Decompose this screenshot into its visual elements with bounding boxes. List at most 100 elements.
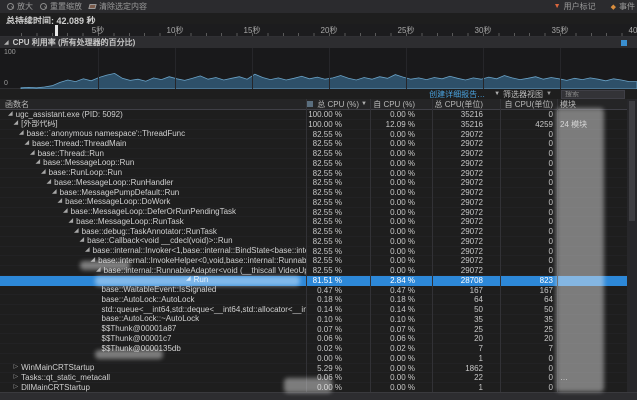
table-row[interactable]: ◢base::MessageLoop::DoWork82.55 %0.00 %2…	[0, 198, 637, 208]
table-row[interactable]: ◢[外部代码]100.00 %12.09 %35216425924 模块	[0, 120, 637, 130]
total-cpu-units-cell: 7	[432, 344, 500, 353]
tree-collapsed-icon[interactable]: ▷	[14, 373, 19, 382]
tree-expanded-icon[interactable]: ◢	[41, 169, 46, 178]
tree-expanded-icon[interactable]: ◢	[36, 159, 41, 168]
column-header-total-cpu-units[interactable]: 总 CPU(单位)	[432, 99, 500, 110]
tree-expanded-icon[interactable]: ◢	[8, 110, 13, 119]
horizontal-scrollbar[interactable]	[0, 392, 637, 400]
self-cpu-units-cell: 0	[500, 198, 557, 207]
vertical-scrollbar[interactable]	[627, 99, 637, 392]
table-row[interactable]: ◢base::Callback<void __cdecl(void)>::Run…	[0, 237, 637, 247]
table-row[interactable]: ◢base::internal::RunnableAdapter<void (_…	[0, 266, 637, 276]
tree-collapsed-icon[interactable]: ▷	[14, 364, 19, 373]
tree-expanded-icon[interactable]: ◢	[69, 217, 74, 226]
module-cell	[557, 247, 627, 256]
table-row[interactable]: ▷Tasks::qt_static_metacall0.06 %0.00 %22…	[0, 373, 637, 383]
total-cpu-pct-cell: 0.06 %	[306, 334, 370, 343]
self-cpu-units-cell: 167	[500, 286, 557, 295]
module-cell	[557, 276, 627, 285]
ruler-tick-label: 20秒	[321, 25, 338, 36]
table-row[interactable]: ◢ugc_assistant.exe (PID: 5092)100.00 %0.…	[0, 110, 637, 120]
table-row[interactable]: ◢base::Thread::ThreadMain82.55 %0.00 %29…	[0, 139, 637, 149]
table-row[interactable]: $$Thunk@00001c70.06 %0.06 %2020	[0, 334, 637, 344]
table-row[interactable]: $$Thunk@0000135db0.02 %0.02 %77	[0, 344, 637, 354]
column-header-self-cpu-units[interactable]: 自 CPU(单位)	[500, 99, 557, 110]
module-cell	[557, 237, 627, 246]
tree-expanded-icon[interactable]: ◢	[52, 188, 57, 197]
table-row[interactable]: ◢base::MessageLoop::RunTask82.55 %0.00 %…	[0, 217, 637, 227]
column-header-total-cpu-pct[interactable]: 总 CPU (%) ▼	[306, 99, 370, 110]
self-cpu-pct-cell: 0.06 %	[370, 334, 432, 343]
table-row[interactable]: ◢base::MessageLoop::DeferOrRunPendingTas…	[0, 208, 637, 218]
table-row[interactable]: ◢Run81.51 %2.84 %28708823	[0, 276, 637, 286]
table-row[interactable]: ◢base::MessageLoop::RunHandler82.55 %0.0…	[0, 178, 637, 188]
user-marks-legend[interactable]: ▼ 用户标记	[554, 1, 596, 12]
tree-expanded-icon[interactable]: ◢	[25, 139, 30, 148]
graph-gridline	[560, 48, 561, 89]
function-name-cell: ◢base::MessagePumpDefault::Run	[0, 188, 306, 197]
table-row[interactable]: ◢base::internal::Invoker<1,base::interna…	[0, 247, 637, 257]
table-row[interactable]: ◢base::MessageLoop::Run82.55 %0.00 %2907…	[0, 159, 637, 169]
cpu-utilization-graph[interactable]: 100 0	[0, 48, 637, 89]
column-header-self-cpu-pct[interactable]: 自 CPU (%)	[370, 99, 432, 110]
self-cpu-pct-cell: 0.00 %	[370, 256, 432, 265]
table-row[interactable]: ◢base::`anonymous namespace'::ThreadFunc…	[0, 130, 637, 140]
function-name-cell: ◢base::MessageLoop::DeferOrRunPendingTas…	[0, 208, 306, 217]
table-row[interactable]: base::AutoLock::AutoLock0.18 %0.18 %6464	[0, 295, 637, 305]
table-row[interactable]: 0.00 %0.00 %10	[0, 354, 637, 364]
function-name-label: base::MessageLoop::RunTask	[76, 217, 184, 226]
table-row[interactable]: std::queue<__int64,std::deque<__int64,st…	[0, 305, 637, 315]
time-ruler[interactable]: 5秒10秒15秒20秒25秒30秒35秒40秒	[0, 24, 637, 37]
tree-expanded-icon[interactable]: ◢	[74, 227, 79, 236]
tree-expanded-icon[interactable]: ◢	[58, 198, 63, 207]
tree-expanded-icon[interactable]: ◢	[96, 266, 101, 275]
function-name-cell: ◢base::internal::RunnableAdapter<void (_…	[0, 266, 306, 275]
module-cell	[557, 139, 627, 148]
function-name-cell: std::queue<__int64,std::deque<__int64,st…	[0, 305, 306, 314]
self-cpu-pct-cell: 0.00 %	[370, 227, 432, 236]
total-cpu-units-cell: 64	[432, 295, 500, 304]
tree-expanded-icon[interactable]: ◢	[14, 120, 19, 129]
total-cpu-pct-cell: 0.00 %	[306, 383, 370, 392]
table-row[interactable]: ▷WinMainCRTStartup5.29 %0.00 %18620	[0, 364, 637, 374]
total-cpu-units-cell: 29072	[432, 159, 500, 168]
zoom-in-button[interactable]: 放大	[7, 1, 33, 12]
table-row[interactable]: base::AutoLock::~AutoLock0.10 %0.10 %353…	[0, 315, 637, 325]
function-name-label: base::Callback<void __cdecl(void)>::Run	[87, 237, 232, 246]
tree-expanded-icon[interactable]: ◢	[186, 276, 191, 285]
tree-expanded-icon[interactable]: ◢	[47, 178, 52, 187]
table-row[interactable]: $$Thunk@00001a870.07 %0.07 %2525	[0, 325, 637, 335]
function-name-cell: ◢Run	[0, 276, 306, 285]
ruler-tick-label: 5秒	[92, 25, 104, 36]
cpu-utilization-header[interactable]: ◢ CPU 利用率 (所有处理器的百分比)	[0, 37, 637, 48]
column-header-module[interactable]: 模块	[557, 99, 627, 110]
events-legend[interactable]: ◆ 事件	[611, 1, 635, 12]
tree-collapsed-icon[interactable]: ▷	[14, 383, 19, 392]
scrollbar-thumb[interactable]	[629, 101, 635, 221]
table-row[interactable]: ◢base::Thread::Run82.55 %0.00 %290720	[0, 149, 637, 159]
section-expander-icon[interactable]: ◢	[4, 39, 9, 46]
self-cpu-units-cell: 0	[500, 373, 557, 382]
total-cpu-units-cell: 29072	[432, 130, 500, 139]
tree-expanded-icon[interactable]: ◢	[30, 149, 35, 158]
total-cpu-units-cell: 1	[432, 354, 500, 363]
ruler-tick-label: 40秒	[629, 25, 637, 36]
table-row[interactable]: ◢base::debug::TaskAnnotator::RunTask82.5…	[0, 227, 637, 237]
search-input[interactable]	[561, 90, 625, 99]
total-cpu-pct-column-icon	[307, 101, 313, 107]
self-cpu-pct-cell: 0.00 %	[370, 237, 432, 246]
tree-expanded-icon[interactable]: ◢	[80, 237, 85, 246]
tree-expanded-icon[interactable]: ◢	[91, 256, 96, 265]
tree-expanded-icon[interactable]: ◢	[63, 208, 68, 217]
timeline-marker[interactable]	[55, 25, 58, 36]
self-cpu-pct-cell: 0.00 %	[370, 208, 432, 217]
tree-expanded-icon[interactable]: ◢	[85, 247, 90, 256]
reset-zoom-button[interactable]: 重置缩放	[40, 1, 82, 12]
tree-expanded-icon[interactable]: ◢	[19, 130, 24, 139]
clear-selection-button[interactable]: 清除选定内容	[89, 1, 147, 12]
table-row[interactable]: base::WaitableEvent::IsSignaled0.47 %0.4…	[0, 286, 637, 296]
table-row[interactable]: ◢base::MessagePumpDefault::Run82.55 %0.0…	[0, 188, 637, 198]
table-row[interactable]: ◢base::internal::InvokeHelper<0,void,bas…	[0, 256, 637, 266]
table-row[interactable]: ◢base::RunLoop::Run82.55 %0.00 %290720	[0, 169, 637, 179]
column-header-function-name[interactable]: 函数名	[0, 99, 306, 110]
